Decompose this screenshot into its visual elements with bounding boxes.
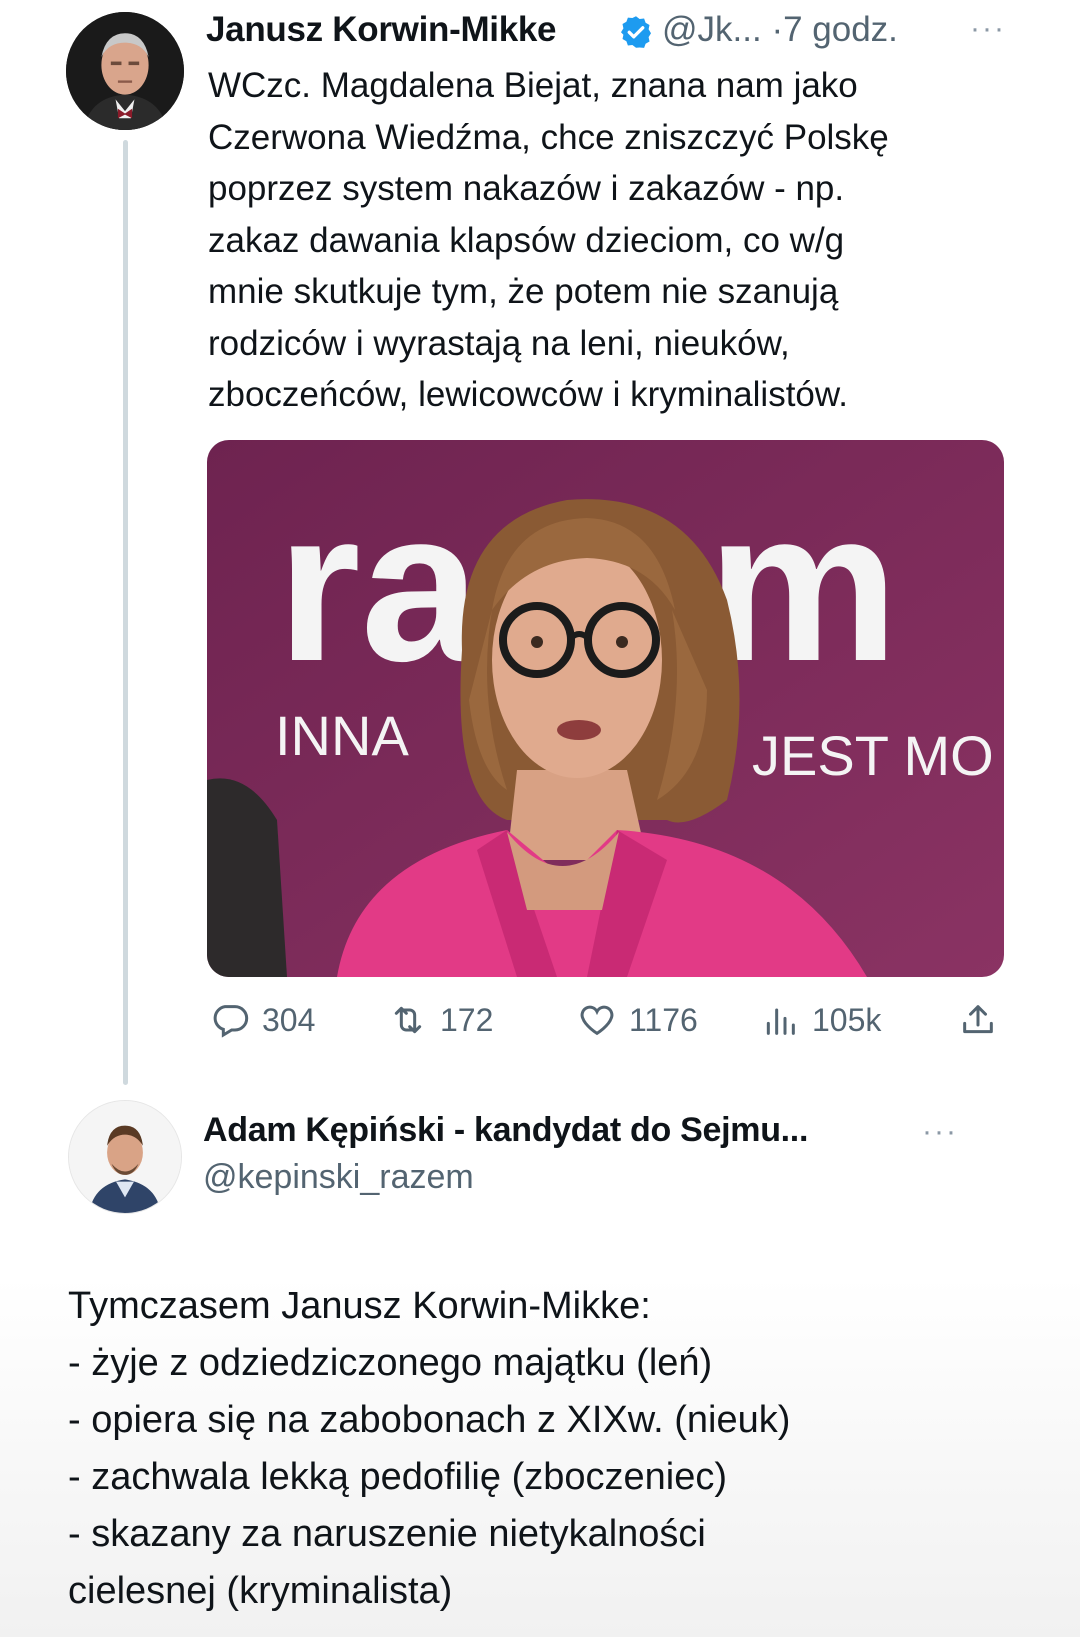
share-button[interactable]	[958, 998, 1010, 1042]
reply-author-avatar-image	[69, 1101, 181, 1213]
retweet-button[interactable]: 172	[388, 998, 493, 1042]
views-button[interactable]: 105k	[760, 998, 881, 1042]
like-button[interactable]: 1176	[577, 998, 698, 1042]
separator-dot: ·	[771, 10, 784, 49]
more-options-icon[interactable]: ···	[970, 12, 1006, 46]
reply-author-avatar[interactable]	[68, 1100, 182, 1214]
verified-badge-icon	[618, 14, 654, 50]
tweet-timestamp[interactable]: 7 godz.	[783, 10, 898, 49]
like-count: 1176	[629, 1001, 698, 1038]
reply-author-handle[interactable]: @kepinski_razem	[203, 1158, 474, 1197]
retweet-count: 172	[440, 1001, 494, 1038]
thread-connector-line	[123, 140, 128, 1085]
author-avatar[interactable]	[66, 12, 184, 130]
share-upload-icon	[963, 1005, 993, 1034]
tweet-media-photo[interactable]: razem INNA JEST MO	[207, 440, 1004, 977]
reply-button[interactable]: 304	[210, 998, 315, 1042]
reply-text: Tymczasem Janusz Korwin-Mikke: - żyje z …	[68, 1285, 791, 1612]
author-avatar-image	[66, 12, 184, 130]
reply-more-options-icon[interactable]: ···	[922, 1115, 958, 1149]
views-count: 105k	[812, 1001, 882, 1038]
slogan-left-text: INNA	[275, 704, 409, 767]
tweet-text: WCzc. Magdalena Biejat, znana nam jako C…	[208, 66, 889, 414]
reply-icon	[213, 1005, 249, 1038]
author-handle-and-time: @Jk... ·7 godz.	[662, 10, 898, 50]
slogan-right-text: JEST MO	[752, 724, 994, 787]
views-chart-icon	[766, 1008, 795, 1035]
reply-count: 304	[262, 1001, 316, 1038]
author-name[interactable]: Janusz Korwin-Mikke	[206, 10, 557, 50]
reply-author-name[interactable]: Adam Kępiński - kandydat do Sejmu...	[203, 1111, 808, 1150]
heart-icon	[580, 1005, 614, 1036]
author-handle[interactable]: @Jk...	[662, 10, 762, 49]
retweet-icon	[394, 1006, 422, 1034]
